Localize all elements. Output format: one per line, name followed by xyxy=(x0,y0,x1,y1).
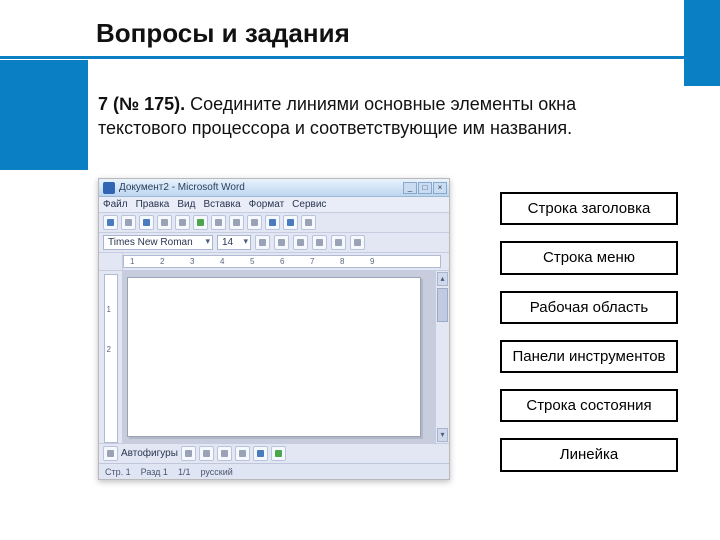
align-center-icon[interactable] xyxy=(331,235,346,250)
oval-icon[interactable] xyxy=(235,446,250,461)
menu-item[interactable]: Файл xyxy=(103,199,128,210)
font-name-combo[interactable]: Times New Roman xyxy=(103,235,213,250)
autoshapes-label[interactable]: Автофигуры xyxy=(121,448,178,459)
arrow-icon[interactable] xyxy=(199,446,214,461)
italic-icon[interactable] xyxy=(274,235,289,250)
question-text: 7 (№ 175). Соедините линиями основные эл… xyxy=(98,92,618,141)
drawing-toolbar: Автофигуры xyxy=(99,443,449,463)
label-toolbars[interactable]: Панели инструментов xyxy=(500,340,678,373)
spell-icon[interactable] xyxy=(193,215,208,230)
new-doc-icon[interactable] xyxy=(103,215,118,230)
vertical-ruler-gutter: 1 2 xyxy=(99,271,123,443)
print-icon[interactable] xyxy=(157,215,172,230)
menu-item[interactable]: Вставка xyxy=(203,199,240,210)
close-button[interactable]: × xyxy=(433,182,447,194)
paste-icon[interactable] xyxy=(247,215,262,230)
draw-menu-icon[interactable] xyxy=(103,446,118,461)
title-bar: Документ2 - Microsoft Word _ □ × xyxy=(99,179,449,197)
window-controls: _ □ × xyxy=(403,182,449,194)
save-icon[interactable] xyxy=(139,215,154,230)
line-icon[interactable] xyxy=(181,446,196,461)
window-title: Документ2 - Microsoft Word xyxy=(119,182,245,193)
undo-icon[interactable] xyxy=(265,215,280,230)
accent-bar-right xyxy=(684,0,720,86)
cut-icon[interactable] xyxy=(211,215,226,230)
label-status-bar[interactable]: Строка состояния xyxy=(500,389,678,422)
menu-item[interactable]: Правка xyxy=(136,199,170,210)
label-work-area[interactable]: Рабочая область xyxy=(500,291,678,324)
vertical-scrollbar[interactable]: ▴ ▾ xyxy=(435,271,449,443)
title-underline xyxy=(0,56,720,59)
ruler-corner xyxy=(99,253,123,271)
underline-icon[interactable] xyxy=(293,235,308,250)
textbox-icon[interactable] xyxy=(253,446,268,461)
menu-bar: Файл Правка Вид Вставка Формат Сервис xyxy=(99,197,449,213)
minimize-button[interactable]: _ xyxy=(403,182,417,194)
vertical-ruler[interactable]: 1 2 xyxy=(104,274,118,443)
copy-icon[interactable] xyxy=(229,215,244,230)
table-icon[interactable] xyxy=(301,215,316,230)
scroll-up-icon[interactable]: ▴ xyxy=(437,272,448,286)
scroll-down-icon[interactable]: ▾ xyxy=(437,428,448,442)
preview-icon[interactable] xyxy=(175,215,190,230)
standard-toolbar xyxy=(99,213,449,233)
align-right-icon[interactable] xyxy=(350,235,365,250)
scroll-thumb[interactable] xyxy=(437,288,448,322)
redo-icon[interactable] xyxy=(283,215,298,230)
open-icon[interactable] xyxy=(121,215,136,230)
status-pages: 1/1 xyxy=(178,467,191,477)
word-icon xyxy=(103,182,115,194)
question-number: 7 (№ 175). xyxy=(98,94,185,114)
label-menu-bar[interactable]: Строка меню xyxy=(500,241,678,274)
word-window: Документ2 - Microsoft Word _ □ × Файл Пр… xyxy=(98,178,450,480)
answer-labels: Строка заголовка Строка меню Рабочая обл… xyxy=(500,192,678,472)
status-section: Разд 1 xyxy=(141,467,168,477)
bold-icon[interactable] xyxy=(255,235,270,250)
menu-item[interactable]: Формат xyxy=(249,199,285,210)
label-title-bar[interactable]: Строка заголовка xyxy=(500,192,678,225)
align-left-icon[interactable] xyxy=(312,235,327,250)
font-size-combo[interactable]: 14 xyxy=(217,235,251,250)
formatting-toolbar: Times New Roman 14 xyxy=(99,233,449,253)
work-area: 1 2 ▴ ▾ xyxy=(99,271,449,443)
ruler-row: 1 2 3 4 5 6 7 8 9 xyxy=(99,253,449,271)
fill-color-icon[interactable] xyxy=(271,446,286,461)
status-page: Стр. 1 xyxy=(105,467,131,477)
status-lang: русский xyxy=(200,467,232,477)
label-ruler[interactable]: Линейка xyxy=(500,438,678,471)
status-bar: Стр. 1 Разд 1 1/1 русский xyxy=(99,463,449,479)
menu-item[interactable]: Сервис xyxy=(292,199,326,210)
accent-bar-left xyxy=(0,60,88,170)
page-title: Вопросы и задания xyxy=(96,18,350,49)
menu-item[interactable]: Вид xyxy=(177,199,195,210)
rect-icon[interactable] xyxy=(217,446,232,461)
horizontal-ruler[interactable]: 1 2 3 4 5 6 7 8 9 xyxy=(123,255,441,268)
scroll-track[interactable] xyxy=(436,323,449,427)
maximize-button[interactable]: □ xyxy=(418,182,432,194)
document-page[interactable] xyxy=(127,277,421,437)
